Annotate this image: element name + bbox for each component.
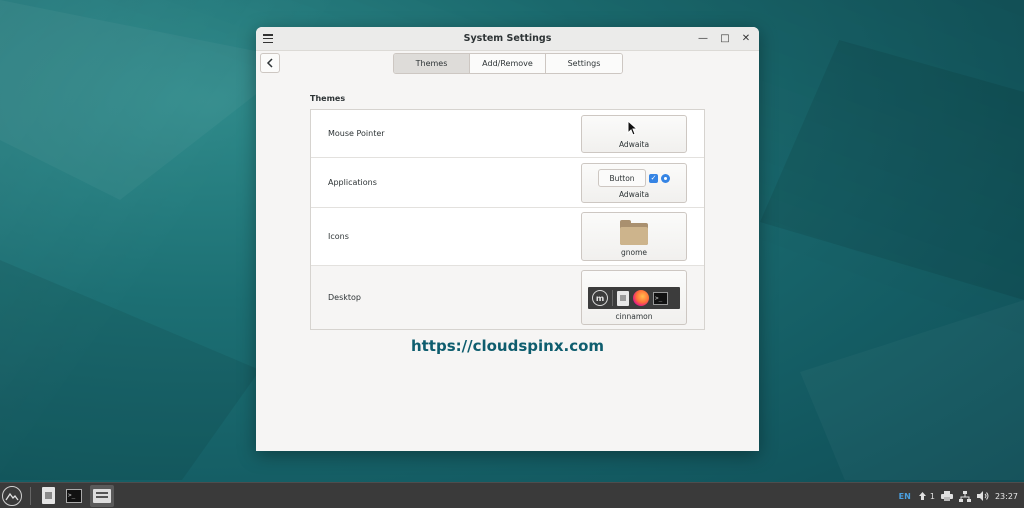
- printer-icon: [940, 491, 953, 501]
- taskbar: >_ EN 1 23:27: [0, 482, 1024, 508]
- desktop-panel-preview: m >_: [588, 287, 680, 309]
- mountain-logo-icon: [5, 492, 19, 500]
- mint-logo-icon: m: [592, 290, 608, 306]
- notifications-indicator[interactable]: 1: [917, 491, 935, 502]
- hamburger-menu-icon[interactable]: [263, 34, 273, 44]
- checkbox-icon: ✓: [649, 173, 658, 183]
- start-menu-button[interactable]: [2, 485, 22, 506]
- theme-name: Adwaita: [618, 190, 650, 199]
- mouse-pointer-theme-button[interactable]: Adwaita: [581, 115, 687, 153]
- network-icon: [958, 490, 971, 502]
- system-tray: EN 1 23:27: [899, 483, 1018, 508]
- desktop-theme-button[interactable]: m >_ cinnamon: [581, 270, 687, 325]
- printer-indicator[interactable]: [940, 491, 953, 501]
- folder-icon: [620, 220, 648, 245]
- volume-icon: [976, 491, 989, 501]
- toolbar: Themes Add/Remove Settings: [256, 51, 759, 79]
- close-button[interactable]: ✕: [738, 31, 754, 47]
- keyboard-layout-indicator[interactable]: EN: [899, 492, 911, 501]
- theme-name: Adwaita: [618, 140, 650, 149]
- theme-name: cinnamon: [615, 312, 653, 321]
- theme-name: gnome: [620, 248, 648, 257]
- section-title: Themes: [310, 94, 346, 103]
- row-label: Applications: [328, 178, 377, 187]
- tab-settings[interactable]: Settings: [546, 54, 622, 73]
- clock[interactable]: 23:27: [995, 492, 1018, 501]
- applications-preview: Button ✓: [598, 169, 670, 187]
- files-icon: [617, 290, 629, 306]
- watermark-text: https://cloudspinx.com: [410, 337, 605, 355]
- terminal-launcher[interactable]: >_: [64, 486, 84, 506]
- icons-theme-button[interactable]: gnome: [581, 212, 687, 261]
- list-item-desktop: Desktop m >_ cinnamon: [311, 266, 704, 329]
- row-label: Mouse Pointer: [328, 129, 385, 138]
- system-settings-window: System Settings — □ ✕ Themes Add/Remove …: [256, 27, 759, 451]
- title-bar[interactable]: System Settings — □ ✕: [256, 27, 759, 51]
- terminal-icon: >_: [653, 291, 668, 305]
- list-item-applications: Applications Button ✓ Adwaita: [311, 158, 704, 208]
- radio-icon: [661, 173, 670, 183]
- network-indicator[interactable]: [958, 490, 971, 502]
- row-label: Desktop: [328, 293, 361, 302]
- chevron-left-icon: [266, 58, 273, 68]
- list-item-icons: Icons gnome: [311, 208, 704, 266]
- tab-themes[interactable]: Themes: [394, 54, 470, 73]
- terminal-icon: >_: [66, 488, 82, 503]
- back-button[interactable]: [260, 53, 280, 73]
- tab-add-remove[interactable]: Add/Remove: [470, 54, 546, 73]
- maximize-button[interactable]: □: [717, 31, 733, 47]
- volume-indicator[interactable]: [976, 491, 989, 501]
- window-title: System Settings: [463, 33, 552, 44]
- applications-theme-button[interactable]: Button ✓ Adwaita: [581, 163, 687, 203]
- list-item-mouse-pointer: Mouse Pointer Adwaita: [311, 110, 704, 158]
- preview-button: Button: [598, 169, 646, 187]
- settings-icon: [93, 488, 111, 503]
- files-icon: [41, 487, 55, 504]
- minimize-button[interactable]: —: [695, 31, 711, 47]
- update-icon: [918, 491, 926, 500]
- tab-bar: Themes Add/Remove Settings: [393, 53, 623, 74]
- files-launcher[interactable]: [38, 486, 58, 506]
- row-label: Icons: [328, 232, 349, 241]
- notification-count: 1: [929, 491, 935, 501]
- firefox-icon: [633, 290, 649, 306]
- settings-launcher[interactable]: [90, 484, 114, 507]
- themes-list: Mouse Pointer Adwaita Applications Butto…: [310, 109, 705, 330]
